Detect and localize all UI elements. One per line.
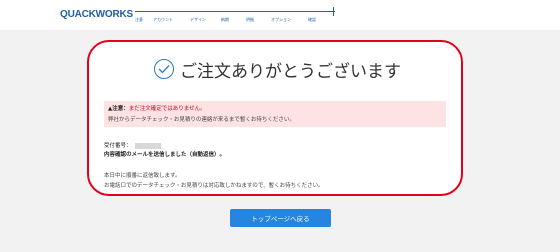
- notice-body: 弊社からデータチェック・お見積りの連絡が来るまで暫くお待ちください。: [108, 117, 295, 123]
- step-details: 明細: [246, 17, 254, 22]
- info-line-2: お電話口でのデータチェック・お見積りは対応致しかねますので、暫くお待ちください。: [104, 183, 324, 189]
- info-line-1: 本日中に順番に返信致します。: [104, 173, 181, 179]
- thanks-heading: ご注文ありがとうございます: [154, 56, 401, 82]
- warning-label: ▲注意：: [108, 106, 129, 112]
- step-notice: 注意: [135, 17, 143, 22]
- receipt-number-value-redacted: [134, 142, 161, 149]
- email-sent-note: 内容確認のメールを送信しました（自動返信）。: [104, 152, 226, 158]
- back-to-top-page-button[interactable]: トップページへ戻る: [230, 209, 331, 227]
- warning-text: まだ注文確定ではありません。: [128, 106, 206, 112]
- step-account: アカウント: [153, 17, 173, 22]
- steps-line: [135, 11, 335, 12]
- thanks-title: ご注文ありがとうございます: [180, 61, 401, 82]
- logo[interactable]: QUACKWORKS: [60, 9, 133, 20]
- receipt-number-label: 受付番号：: [104, 143, 132, 149]
- notice-box: ▲注意：まだ注文確定ではありません。 弊社からデータチェック・お見積りの連絡が来…: [104, 101, 446, 127]
- steps-end-marker: [333, 7, 334, 16]
- logo-quack: QUACK: [60, 9, 96, 20]
- receipt-number: 受付番号：: [104, 141, 161, 149]
- site-header: QUACKWORKS 注意 アカウント デザイン 納期 明細 オプション 確認: [0, 0, 560, 30]
- check-circle-icon: [154, 59, 174, 79]
- notice-title: ▲注意：まだ注文確定ではありません。: [108, 104, 206, 112]
- logo-works: WORKS: [95, 9, 134, 20]
- step-design: デザイン: [190, 17, 206, 22]
- step-delivery: 納期: [221, 17, 229, 22]
- step-confirm: 確認: [308, 17, 316, 22]
- step-options: オプション: [271, 17, 291, 22]
